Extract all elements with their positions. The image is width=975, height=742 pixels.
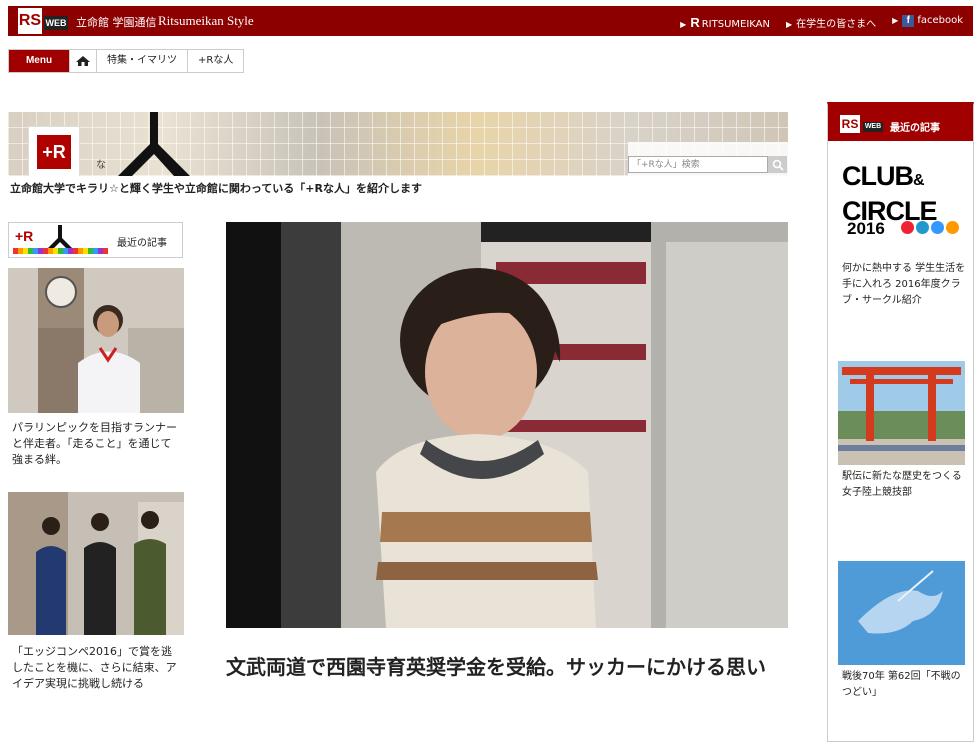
home-icon [76,56,90,66]
facebook-icon: f [902,15,915,27]
home-button[interactable] [69,50,96,72]
color-dots [13,248,108,254]
article-thumbnail[interactable] [838,561,965,665]
ritsumeikan-link[interactable]: ▶ R RITSUMEIKAN [680,15,770,30]
rs-logo[interactable]: RS [18,8,42,34]
article-caption[interactable]: パラリンピックを目指すランナーと伴走者。「走ること」を通じて強まる絆。 [12,420,182,468]
article-thumbnail[interactable] [8,492,184,635]
header-links: ▶ R RITSUMEIKAN ▶ 在学生の皆さまへ ▶ f facebook [680,15,963,30]
arrow-icon: ▶ [680,20,687,29]
article-caption[interactable]: 駅伝に新たな歴史をつくる 女子陸上競技部 [842,469,972,501]
nav-feature[interactable]: 特集・イマリツ [96,50,187,72]
web-logo[interactable]: WEB [44,16,68,30]
right-sidebar: RS WEB 最近の記事 CLUB& CIRCLE 2016 何かに熱中する 学… [827,102,974,742]
facebook-link[interactable]: ▶ f facebook [892,15,963,30]
recent-label: 最近の記事 [890,123,940,134]
nav-plusr[interactable]: +Rな人 [187,50,243,72]
portrait-photo [226,222,788,628]
tennis-icon [916,221,929,234]
article-thumbnail[interactable] [8,268,184,413]
arrow-icon: ▶ [892,16,899,25]
torii-photo [838,361,965,465]
recent-label: 最近の記事 [117,238,167,249]
club-year: 2016 [847,219,885,238]
site-subtitle[interactable]: Ritsumeikan Style [158,13,254,29]
menu-button[interactable]: Menu [9,50,69,72]
runner-icon [901,221,914,234]
students-link[interactable]: ▶ 在学生の皆さまへ [786,15,876,30]
site-name[interactable]: 立命館 学園通信 [76,14,157,30]
recent-articles-header: RS WEB 最近の記事 [828,105,973,141]
arrow-icon: ▶ [786,20,793,29]
article-caption[interactable]: 戦後70年 第62回「不戦のつどい」 [842,669,967,701]
plusr-logo[interactable]: +R [28,126,80,176]
banner-tagline: 立命館大学でキラリ☆と輝く学生や立命館に関わっている「+Rな人」を紹介します [10,182,422,195]
article-headline[interactable]: 文武両道で西園寺育英奨学金を受給。サッカーにかける思い [226,652,791,682]
students-photo [8,492,184,635]
club-circle-logo[interactable]: CLUB& CIRCLE [842,161,962,226]
trophy-icon [946,221,959,234]
article-caption[interactable]: 「エッジコンペ2016」で賞を逃したことを機に、さらに結束、アイデア実現に挑戦し… [12,644,182,692]
recent-articles-header: +R 最近の記事 [8,222,183,258]
r-logo-icon: R [690,15,700,30]
site-header: RS WEB 立命館 学園通信 Ritsumeikan Style ▶ R RITS… [8,6,973,36]
web-logo: WEB [863,122,883,132]
guitar-icon [931,221,944,234]
runner-photo [8,268,184,413]
person-mark-icon [118,112,190,176]
search-button[interactable] [768,156,787,173]
na-mark: な [96,160,106,171]
search-icon [772,159,784,171]
global-nav: Menu 特集・イマリツ +Rな人 [8,49,245,73]
search-input[interactable]: 「+Rな人」検索 [628,156,768,173]
club-sport-icons [901,221,959,234]
article-thumbnail[interactable] [838,361,965,465]
hero-image[interactable] [226,222,788,628]
article-caption[interactable]: 何かに熱中する 学生生活を 手に入れろ 2016年度クラブ・サークル紹介 [842,261,967,309]
dove-image [838,561,965,665]
rs-logo: RS [840,115,860,133]
plusr-small-logo: +R [15,228,34,244]
